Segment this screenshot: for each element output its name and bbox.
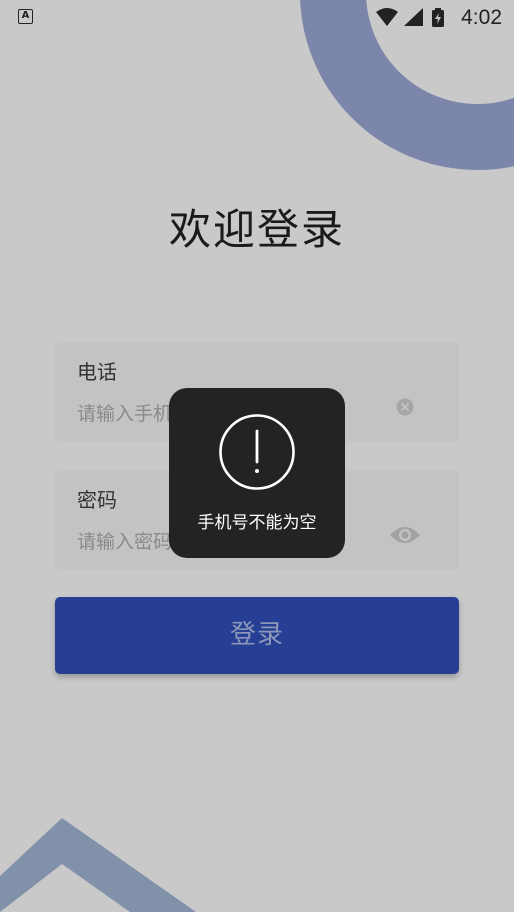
exclamation-circle-icon	[219, 414, 295, 490]
page-title: 欢迎登录	[168, 205, 345, 254]
clear-circle-icon[interactable]	[396, 398, 414, 416]
wifi-icon	[376, 8, 398, 26]
cellular-signal-icon	[404, 8, 423, 26]
font-a-icon: A	[18, 9, 33, 24]
login-button[interactable]: 登录	[55, 597, 459, 674]
login-screen: A 4:02 欢迎登录 电话 密码	[0, 0, 514, 912]
status-bar: A 4:02	[0, 0, 514, 36]
toast: 手机号不能为空	[169, 388, 345, 558]
toast-message: 手机号不能为空	[197, 513, 317, 533]
decorative-chevron	[0, 818, 196, 912]
phone-label: 电话	[77, 360, 117, 384]
status-icons	[376, 8, 444, 27]
eye-icon[interactable]	[389, 524, 421, 546]
status-time: 4:02	[461, 6, 502, 29]
password-label: 密码	[77, 488, 117, 512]
battery-charging-icon	[432, 8, 444, 27]
